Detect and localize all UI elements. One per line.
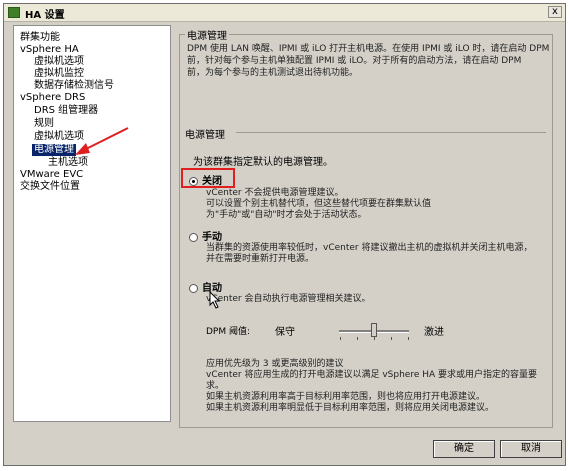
intro-line-3: 前，为每个参与的主机测试退出待机功能。 bbox=[187, 68, 359, 78]
threshold-desc-5: 如果主机资源利用率明显低于目标利用率范围，则将应用关闭电源建议。 bbox=[206, 403, 495, 413]
manual-desc-2: 并在需要时重新打开电源。 bbox=[206, 254, 315, 264]
default-prompt: 为该群集指定默认的电源管理。 bbox=[193, 157, 333, 168]
threshold-desc-2: vCenter 将应用生成的打开电源建议以满足 vSphere HA 要求或用户… bbox=[206, 370, 538, 380]
threshold-aggressive: 激进 bbox=[424, 327, 444, 338]
radio-off-label: 关闭 bbox=[202, 176, 222, 187]
section-label: 电源管理 bbox=[185, 130, 225, 141]
radio-manual[interactable]: 手动 bbox=[189, 228, 222, 243]
manual-desc-1: 当群集的资源使用率较低时，vCenter 将建议撤出主机的虚拟机并关闭主机电源， bbox=[206, 243, 533, 253]
radio-manual-label: 手动 bbox=[202, 232, 222, 243]
threshold-label: DPM 阈值: bbox=[206, 327, 251, 337]
group-title: 电源管理 bbox=[185, 27, 229, 42]
threshold-conservative: 保守 bbox=[275, 327, 295, 338]
radio-off[interactable]: 关闭 bbox=[189, 172, 222, 187]
threshold-desc-3: 求。 bbox=[206, 381, 225, 391]
intro-line-2: 前，针对每个参与主机单独配置 IPMI 或 iLO。对于所有的启动方法，请在启动… bbox=[187, 56, 522, 66]
off-desc-1: vCenter 不会提供电源管理建议。 bbox=[206, 188, 344, 198]
radio-manual-indicator[interactable] bbox=[189, 232, 198, 242]
slider-tick bbox=[374, 337, 375, 340]
intro-line-1: DPM 使用 LAN 唤醒、IPMI 或 iLO 打开主机电源。在使用 IPMI… bbox=[187, 44, 550, 54]
slider-tick bbox=[357, 337, 358, 340]
slider-tick bbox=[408, 337, 409, 340]
ok-button[interactable]: 确定 bbox=[433, 440, 495, 458]
section-divider bbox=[236, 132, 546, 133]
cancel-button[interactable]: 取消 bbox=[500, 440, 562, 458]
off-desc-2: 可以设置个别主机替代项，但这些替代项要在群集默认值 bbox=[206, 199, 432, 209]
threshold-desc-4: 如果主机资源利用率高于目标利用率范围，则也将应用打开电源建议。 bbox=[206, 392, 486, 402]
automatic-desc-1: vCenter 会自动执行电源管理相关建议。 bbox=[206, 294, 371, 304]
threshold-desc-1: 应用优先级为 3 或更高级别的建议 bbox=[206, 359, 344, 369]
mouse-cursor-icon bbox=[209, 291, 221, 309]
threshold-slider-thumb[interactable] bbox=[371, 323, 377, 337]
slider-tick bbox=[340, 337, 341, 340]
radio-off-indicator[interactable] bbox=[189, 176, 198, 186]
slider-tick bbox=[391, 337, 392, 340]
off-desc-3: 为"手动"或"自动"时才会处于活动状态。 bbox=[206, 210, 367, 220]
radio-automatic-indicator[interactable] bbox=[189, 283, 198, 293]
